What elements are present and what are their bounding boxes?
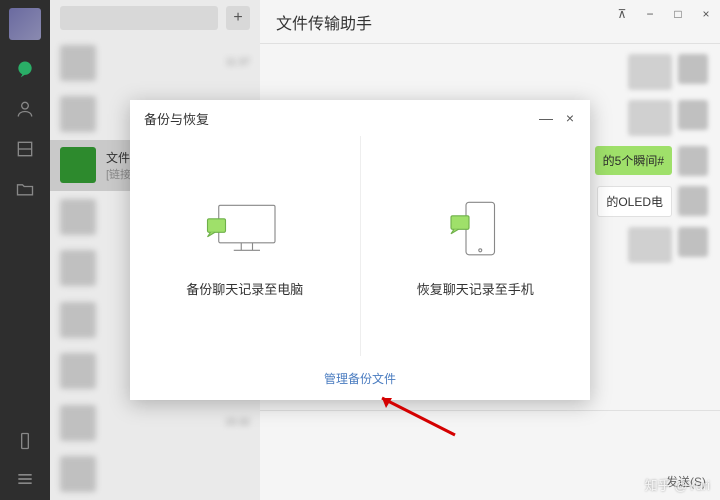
restore-to-phone-option[interactable]: 恢复聊天记录至手机 bbox=[360, 136, 591, 356]
computer-icon bbox=[200, 195, 290, 265]
restore-label: 恢复聊天记录至手机 bbox=[417, 279, 534, 298]
manage-backup-link[interactable]: 管理备份文件 bbox=[324, 370, 396, 387]
dialog-title: 备份与恢复 bbox=[130, 100, 590, 136]
backup-label: 备份聊天记录至电脑 bbox=[186, 279, 303, 298]
backup-restore-dialog: 备份与恢复 — × 备份聊天记录至电脑 bbox=[130, 100, 590, 400]
phone-restore-icon bbox=[430, 195, 520, 265]
backup-to-computer-option[interactable]: 备份聊天记录至电脑 bbox=[130, 136, 360, 356]
dialog-minimize-button[interactable]: — bbox=[536, 108, 556, 128]
dialog-close-button[interactable]: × bbox=[560, 108, 580, 128]
modal-overlay: 备份与恢复 — × 备份聊天记录至电脑 bbox=[0, 0, 720, 500]
